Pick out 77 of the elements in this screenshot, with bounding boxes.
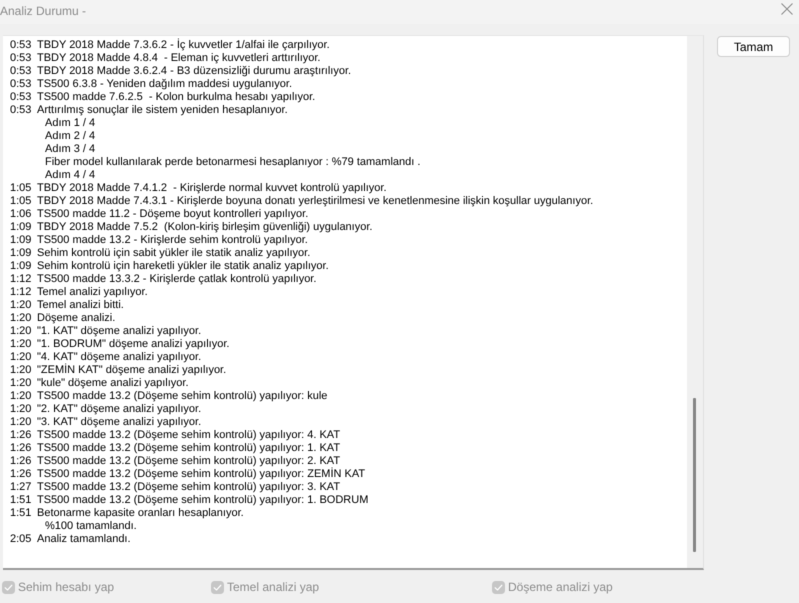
log-time: 1:09	[10, 247, 32, 259]
log-message: TBDY 2018 Madde 7.3.6.2 - İç kuvvetler 1/alfai ile çarpılıyor.	[37, 39, 330, 52]
log-message: TS500 madde 13.2 (Döşeme sehim kontrolü) yapılıyor: 1. BODRUM	[37, 494, 368, 507]
log-message: Temel analizi bitti.	[37, 299, 124, 312]
log-message: TBDY 2018 Madde 7.5.2 (Kolon-kiriş birleşim güvenliği) uygulanıyor.	[37, 221, 372, 234]
log-time: 1:26	[10, 468, 32, 480]
log-message: Adım 1 / 4	[45, 117, 96, 130]
log-time: 1:20	[10, 351, 32, 363]
log-message: TS500 madde 7.6.2.5 - Kolon burkulma hesabı yapılıyor.	[37, 91, 316, 104]
log-message: TS500 madde 13.2 (Döşeme sehim kontrolü) yapılıyor: 1. KAT	[37, 442, 340, 455]
log-message: TBDY 2018 Madde 4.8.4 - Eleman iç kuvvetleri arttırılıyor.	[37, 52, 320, 65]
log-time: 1:20	[10, 312, 32, 324]
log-message: Arttırılmış sonuçlar ile sistem yeniden hesaplanıyor.	[37, 104, 288, 117]
log-message: Döşeme analizi.	[37, 312, 116, 325]
ok-button[interactable]: Tamam	[717, 36, 790, 57]
log-time: 1:27	[10, 481, 32, 493]
log-time: 1:09	[10, 221, 32, 233]
log-message: TS500 madde 13.2 (Döşeme sehim kontrolü) yapılıyor: 3. KAT	[37, 481, 340, 494]
log-time: 0:53	[10, 91, 32, 103]
log-message: Fiber model kullanılarak perde betonarmesi hesaplanıyor : %79 tamamlandı .	[45, 156, 420, 169]
log-message: TS500 madde 11.2 - Döşeme boyut kontrolleri yapılıyor.	[37, 208, 308, 221]
log-time: 1:09	[10, 234, 32, 246]
log-message: TBDY 2018 Madde 7.4.3.1 - Kirişlerde boyuna donatı yerleştirilmesi ve kenetlenmesine ilişkin koşullar uygulanıyor.	[37, 195, 594, 208]
log-time: 1:20	[10, 325, 32, 337]
log-time: 1:20	[10, 338, 32, 350]
log-time: 0:53	[10, 52, 32, 64]
log-message: "4. KAT" döşeme analizi yapılıyor.	[37, 351, 202, 364]
log-message: %100 tamamlandı.	[45, 520, 137, 533]
log-time: 0:53	[10, 78, 32, 90]
log-message: Analiz tamamlandı.	[37, 533, 131, 546]
log-message: Betonarme kapasite oranları hesaplanıyor.	[37, 507, 244, 520]
log-time: 1:20	[10, 416, 32, 428]
log-time: 0:53	[10, 65, 32, 77]
log-message: "1. BODRUM" döşeme analizi yapılıyor.	[37, 338, 230, 351]
log-time: 1:20	[10, 403, 32, 415]
log-time: 1:20	[10, 377, 32, 389]
log-message: TS500 madde 13.2 (Döşeme sehim kontrolü) yapılıyor: 2. KAT	[37, 455, 340, 468]
log-time: 1:51	[10, 494, 32, 506]
log-message: TBDY 2018 Madde 7.4.1.2 - Kirişlerde normal kuvvet kontrolü yapılıyor.	[37, 182, 387, 195]
log-message: "kule" döşeme analizi yapılıyor.	[37, 377, 188, 390]
log-time: 1:26	[10, 442, 32, 454]
log-message: "3. KAT" döşeme analizi yapılıyor.	[37, 416, 202, 429]
log-message: Adım 3 / 4	[45, 143, 96, 156]
log-time: 0:53	[10, 39, 32, 51]
log-time: 1:51	[10, 507, 32, 519]
log-message: TS500 madde 13.3.2 - Kirişlerde çatlak kontrolü yapılıyor.	[37, 273, 316, 286]
log-message: TS500 madde 13.2 (Döşeme sehim kontrolü) yapılıyor: 4. KAT	[37, 429, 340, 442]
log-message: Sehim kontrolü için hareketli yükler ile statik analiz yapılıyor.	[37, 260, 329, 273]
log-message: Adım 2 / 4	[45, 130, 96, 143]
log-time: 1:12	[10, 273, 32, 285]
log-time: 1:12	[10, 286, 32, 298]
log-time: 1:06	[10, 208, 32, 220]
log-time: 2:05	[10, 533, 32, 545]
scrollbar-track[interactable]	[687, 36, 703, 568]
log-time: 1:09	[10, 260, 32, 272]
log-message: "1. KAT" döşeme analizi yapılıyor.	[37, 325, 202, 338]
log-message: Sehim kontrolü için sabit yükler ile statik analiz yapılıyor.	[37, 247, 310, 260]
log-message: Adım 4 / 4	[45, 169, 96, 182]
log-message: TS500 madde 13.2 - Kirişlerde sehim kontrolü yapılıyor.	[37, 234, 308, 247]
log-time: 0:53	[10, 104, 32, 116]
log-time: 1:20	[10, 299, 32, 311]
log-message: "2. KAT" döşeme analizi yapılıyor.	[37, 403, 202, 416]
log-message: Temel analizi yapılıyor.	[37, 286, 148, 299]
log-time: 1:26	[10, 455, 32, 467]
close-icon[interactable]	[781, 3, 793, 15]
log-message: TS500 madde 13.2 (Döşeme sehim kontrolü) yapılıyor: kule	[37, 390, 328, 403]
log-message: TS500 madde 13.2 (Döşeme sehim kontrolü) yapılıyor: ZEMİN KAT	[37, 468, 366, 481]
log-message: TS500 6.3.8 - Yeniden dağılım maddesi uygulanıyor.	[37, 78, 292, 91]
log-time: 1:20	[10, 390, 32, 402]
log-time: 1:20	[10, 364, 32, 376]
log-message: "ZEMİN KAT" döşeme analizi yapılıyor.	[37, 364, 226, 377]
log-time: 1:26	[10, 429, 32, 441]
window-title: Analiz Durumu -	[0, 4, 86, 18]
log-time: 1:05	[10, 182, 32, 194]
log-message: TBDY 2018 Madde 3.6.2.4 - B3 düzensizliği durumu araştırılıyor.	[37, 65, 352, 78]
scrollbar-thumb[interactable]	[692, 398, 696, 552]
log-time: 1:05	[10, 195, 32, 207]
